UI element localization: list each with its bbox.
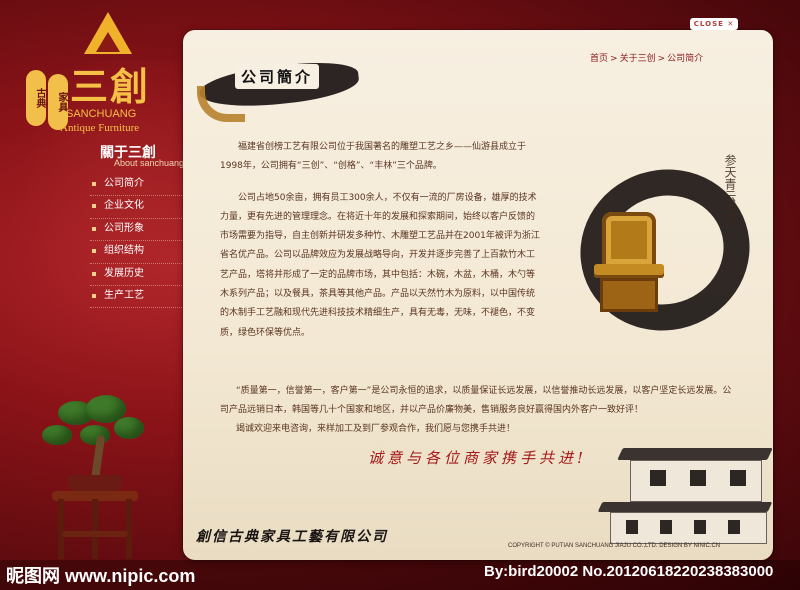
slogan: 诚意与各位商家携手共进!	[368, 449, 588, 467]
sidebar-menu: 公司简介 企业文化 公司形象 组织结构 发展历史 生产工艺	[90, 174, 190, 309]
window	[660, 520, 672, 534]
bonsai-leaf	[42, 425, 72, 445]
close-button[interactable]: CLOSE ✕	[690, 18, 738, 30]
brand-tagline: Antique Furniture	[60, 122, 140, 134]
intro-paragraph-1: 福建省创榜工艺有限公司位于我国著名的雕塑工艺之乡——仙游县成立于1998年，公司…	[220, 142, 527, 172]
stand-leg	[58, 499, 64, 559]
roof	[597, 502, 773, 512]
stand-leg	[126, 499, 132, 559]
intro-paragraph-3: “质量第一，信誉第一，客户第一”是公司永恒的追求，以质量保证长远发展，以信誉推动…	[220, 386, 732, 415]
sidebar-item-history[interactable]: 发展历史	[90, 264, 190, 286]
breadcrumb-separator: >	[610, 54, 618, 64]
sidebar-item-culture[interactable]: 企业文化	[90, 196, 190, 219]
company-signature: 創信古典家具工藝有限公司	[196, 529, 388, 545]
brand-name-cn: 三創	[70, 64, 151, 109]
breadcrumb-separator: >	[657, 54, 666, 64]
architecture-decoration	[590, 440, 773, 560]
intro-paragraph-2: 公司占地50余亩，拥有员工300余人，不仅有一流的厂房设备，雄厚的技术力量，更有…	[220, 192, 540, 338]
intro-text-wide: “质量第一，信誉第一，客户第一”是公司永恒的追求，以质量保证长远发展，以信誉推动…	[220, 382, 740, 439]
window	[730, 470, 746, 486]
window	[626, 520, 638, 534]
sidebar-subtitle: About sanchuang	[114, 158, 185, 168]
throne-seat	[594, 264, 664, 278]
bonsai-decoration	[40, 395, 150, 570]
window	[694, 520, 706, 534]
bonsai-leaf	[80, 425, 110, 445]
copyright: COPYRIGHT © PUTIAN SANCHUANG JIAJU CO.,L…	[508, 543, 721, 549]
watermark-id: By:bird20002 No.20120618220238383000	[484, 563, 774, 580]
brand-name-en: SANCHUANG	[66, 108, 137, 120]
intro-paragraph-4: 竭诚欢迎来电咨询，来样加工及到厂参观合作，我们愿与您携手共进！	[236, 424, 516, 434]
watermark-site: 昵图网 www.nipic.com	[6, 566, 196, 586]
intro-text: 福建省创榜工艺有限公司位于我国著名的雕塑工艺之乡——仙游县成立于1998年，公司…	[220, 138, 540, 343]
breadcrumb-home[interactable]: 首页	[590, 54, 608, 64]
page-title-brush: 公司簡介	[195, 57, 365, 122]
sidebar-item-production[interactable]: 生产工艺	[90, 286, 190, 309]
roof	[617, 448, 773, 460]
breadcrumb-current: 公司简介	[667, 54, 704, 64]
throne-back	[602, 212, 656, 268]
page-title: 公司簡介	[235, 64, 320, 89]
breadcrumb-about[interactable]: 关于三创	[620, 54, 656, 64]
brand-logo[interactable]: 古典 家具 三創 SANCHUANG Antique Furniture	[26, 12, 186, 142]
throne-image	[594, 212, 664, 316]
bonsai-leaf	[114, 417, 144, 439]
stand-rail	[62, 531, 128, 537]
window	[728, 520, 740, 534]
sidebar-item-company-profile[interactable]: 公司简介	[90, 174, 190, 197]
stand-leg	[92, 499, 98, 559]
window	[650, 470, 666, 486]
logo-seal-1: 古典	[26, 70, 46, 126]
throne-base	[600, 278, 658, 312]
breadcrumb: 首页 > 关于三创 > 公司简介	[590, 51, 703, 64]
logo-triangle-inner-icon	[96, 32, 120, 52]
window	[690, 470, 706, 486]
bonsai-pot	[68, 475, 122, 491]
sidebar-item-image[interactable]: 公司形象	[90, 219, 190, 242]
sidebar-item-structure[interactable]: 组织结构	[90, 241, 190, 264]
